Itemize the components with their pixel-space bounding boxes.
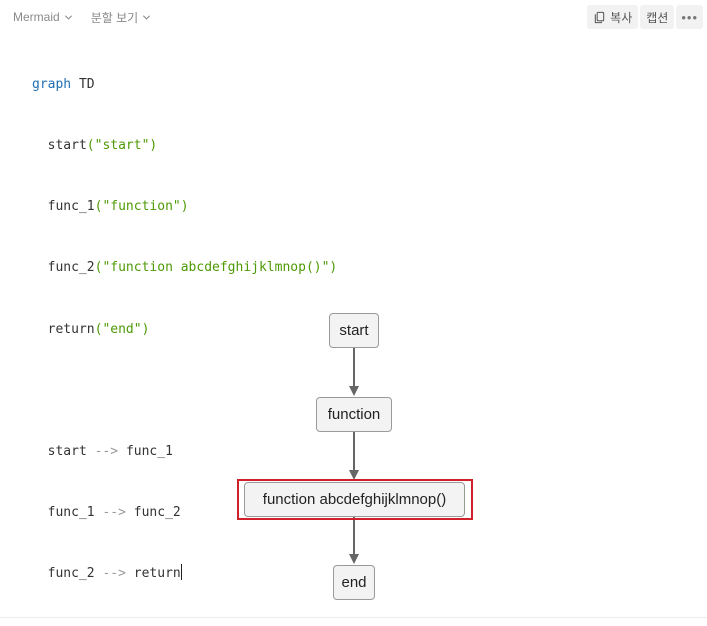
selection-highlight (237, 479, 473, 520)
node-func-1[interactable]: function (316, 397, 392, 432)
node-start[interactable]: start (329, 313, 379, 348)
node-return[interactable]: end (333, 565, 375, 600)
mermaid-diagram-preview: start function function abcdefghijklmnop… (0, 0, 707, 618)
diagram-edges (349, 348, 359, 564)
mermaid-code-block: Mermaid 분할 보기 복사 캡션 ••• graph TD start("… (0, 0, 707, 618)
